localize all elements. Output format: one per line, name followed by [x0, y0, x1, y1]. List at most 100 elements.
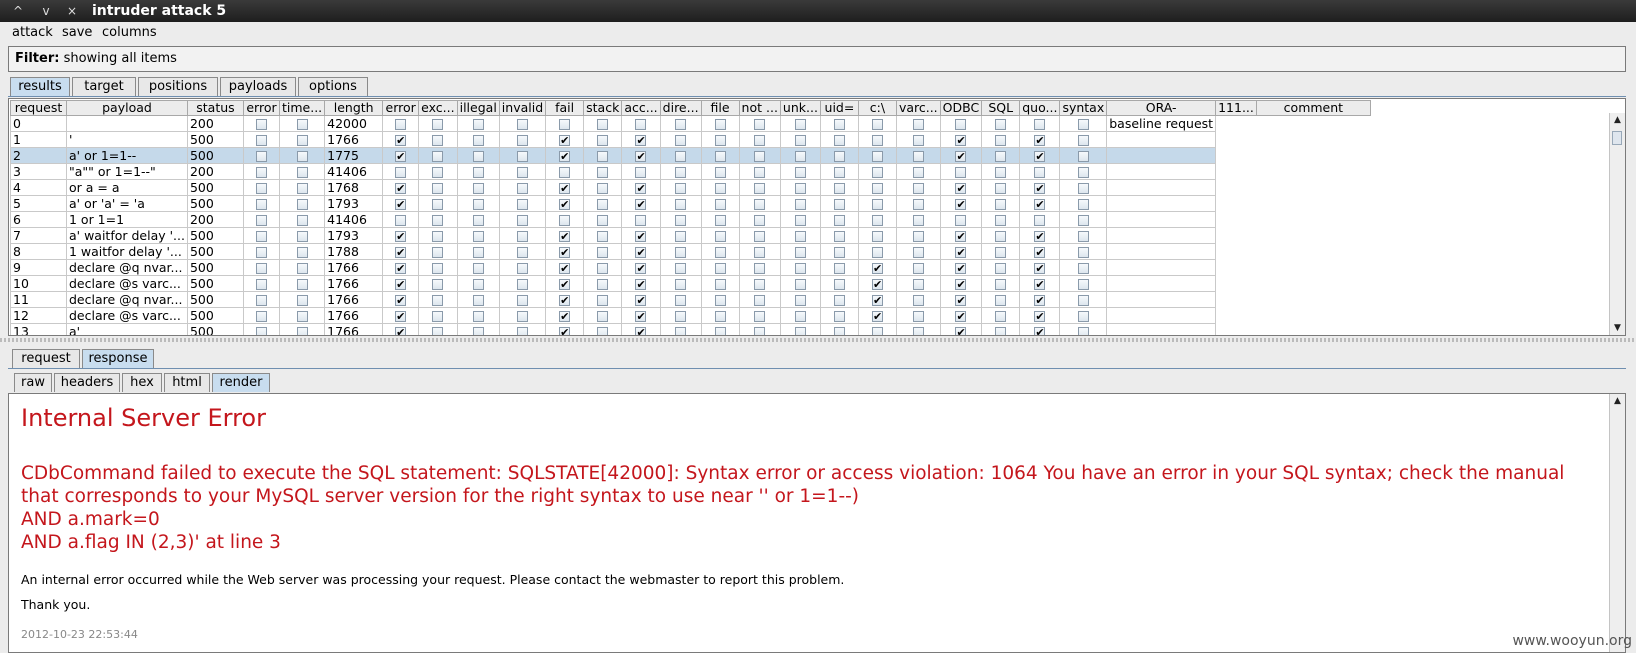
checkbox[interactable] [597, 119, 609, 130]
checkbox[interactable] [675, 311, 687, 322]
checkbox[interactable] [432, 151, 444, 162]
column-header[interactable]: error [382, 100, 420, 116]
checkbox[interactable]: ✔ [559, 183, 571, 194]
checkbox[interactable] [675, 151, 687, 162]
checkbox[interactable]: ✔ [1034, 247, 1046, 258]
checkbox[interactable]: ✔ [559, 311, 571, 322]
checkbox[interactable]: ✔ [871, 311, 883, 322]
checkbox[interactable] [871, 151, 883, 162]
checkbox[interactable] [296, 183, 308, 194]
table-row[interactable]: 4 or a = a 500 1768 ✔ ✔ ✔ ✔ ✔ [10, 179, 1371, 196]
checkbox[interactable]: ✔ [955, 311, 967, 322]
checkbox[interactable]: ✔ [635, 199, 647, 210]
column-header[interactable]: illegal [456, 100, 500, 116]
checkbox[interactable] [395, 215, 407, 226]
checkbox[interactable] [833, 199, 845, 210]
checkbox[interactable] [794, 215, 806, 226]
checkbox[interactable] [833, 231, 845, 242]
checkbox[interactable] [995, 327, 1007, 335]
column-header[interactable]: unk... [779, 100, 821, 116]
checkbox[interactable] [675, 135, 687, 146]
checkbox[interactable] [472, 151, 484, 162]
checkbox[interactable] [597, 263, 609, 274]
checkbox[interactable]: ✔ [395, 279, 407, 290]
checkbox[interactable] [995, 279, 1007, 290]
tab-response[interactable]: response [82, 349, 154, 368]
checkbox[interactable]: ✔ [395, 151, 407, 162]
checkbox[interactable] [714, 167, 726, 178]
checkbox[interactable] [1077, 135, 1089, 146]
checkbox[interactable]: ✔ [871, 295, 883, 306]
checkbox[interactable]: ✔ [955, 327, 967, 335]
checkbox[interactable] [714, 295, 726, 306]
results-scrollbar[interactable]: ▲ ▼ [1609, 113, 1625, 335]
checkbox[interactable] [714, 151, 726, 162]
checkbox[interactable]: ✔ [395, 327, 407, 335]
column-header[interactable]: request [10, 100, 67, 116]
checkbox[interactable]: ✔ [635, 151, 647, 162]
checkbox[interactable] [871, 135, 883, 146]
checkbox[interactable] [912, 295, 924, 306]
checkbox[interactable] [1034, 215, 1046, 226]
column-header[interactable]: fail [545, 100, 585, 116]
column-header[interactable]: varc... [895, 100, 941, 116]
checkbox[interactable] [296, 167, 308, 178]
checkbox[interactable] [472, 135, 484, 146]
checkbox[interactable] [1077, 167, 1089, 178]
checkbox[interactable] [912, 167, 924, 178]
checkbox[interactable] [675, 231, 687, 242]
close-button[interactable]: × [62, 2, 82, 20]
checkbox[interactable]: ✔ [1034, 199, 1046, 210]
checkbox[interactable] [833, 295, 845, 306]
checkbox[interactable]: ✔ [395, 263, 407, 274]
tab-request[interactable]: request [12, 349, 80, 368]
checkbox[interactable] [1034, 167, 1046, 178]
table-row[interactable]: 2 a' or 1=1-- 500 1775 ✔ ✔ ✔ ✔ ✔ [10, 147, 1371, 164]
checkbox[interactable]: ✔ [559, 279, 571, 290]
checkbox[interactable] [296, 279, 308, 290]
checkbox[interactable] [995, 167, 1007, 178]
column-header[interactable]: uid= [819, 100, 859, 116]
checkbox[interactable] [472, 199, 484, 210]
checkbox[interactable] [871, 119, 883, 130]
column-header[interactable]: exc... [418, 100, 458, 116]
menu-columns[interactable]: columns [102, 25, 157, 40]
table-row[interactable]: 7 a' waitfor delay '... 500 1793 ✔ ✔ ✔ ✔ ✔ [10, 227, 1371, 244]
checkbox[interactable] [1077, 183, 1089, 194]
checkbox[interactable] [794, 183, 806, 194]
checkbox[interactable] [955, 167, 967, 178]
checkbox[interactable] [597, 295, 609, 306]
checkbox[interactable] [472, 231, 484, 242]
checkbox[interactable] [675, 183, 687, 194]
checkbox[interactable] [516, 279, 528, 290]
checkbox[interactable] [871, 247, 883, 258]
checkbox[interactable] [995, 151, 1007, 162]
checkbox[interactable] [995, 247, 1007, 258]
checkbox[interactable] [472, 183, 484, 194]
checkbox[interactable]: ✔ [955, 263, 967, 274]
checkbox[interactable] [635, 167, 647, 178]
checkbox[interactable] [675, 215, 687, 226]
checkbox[interactable] [675, 199, 687, 210]
checkbox[interactable]: ✔ [635, 263, 647, 274]
checkbox[interactable] [912, 231, 924, 242]
checkbox[interactable] [516, 167, 528, 178]
checkbox[interactable] [296, 231, 308, 242]
checkbox[interactable] [516, 215, 528, 226]
checkbox[interactable]: ✔ [1034, 327, 1046, 335]
checkbox[interactable] [754, 327, 766, 335]
checkbox[interactable] [912, 199, 924, 210]
checkbox[interactable] [516, 119, 528, 130]
tab-headers[interactable]: headers [54, 373, 120, 392]
checkbox[interactable] [871, 231, 883, 242]
checkbox[interactable] [255, 279, 267, 290]
checkbox[interactable]: ✔ [1034, 135, 1046, 146]
checkbox[interactable] [1077, 199, 1089, 210]
checkbox[interactable] [516, 327, 528, 335]
checkbox[interactable] [516, 135, 528, 146]
checkbox[interactable] [516, 151, 528, 162]
checkbox[interactable] [833, 279, 845, 290]
checkbox[interactable] [675, 167, 687, 178]
minimize-button[interactable]: ^ [8, 2, 28, 20]
tab-payloads[interactable]: payloads [220, 77, 296, 96]
